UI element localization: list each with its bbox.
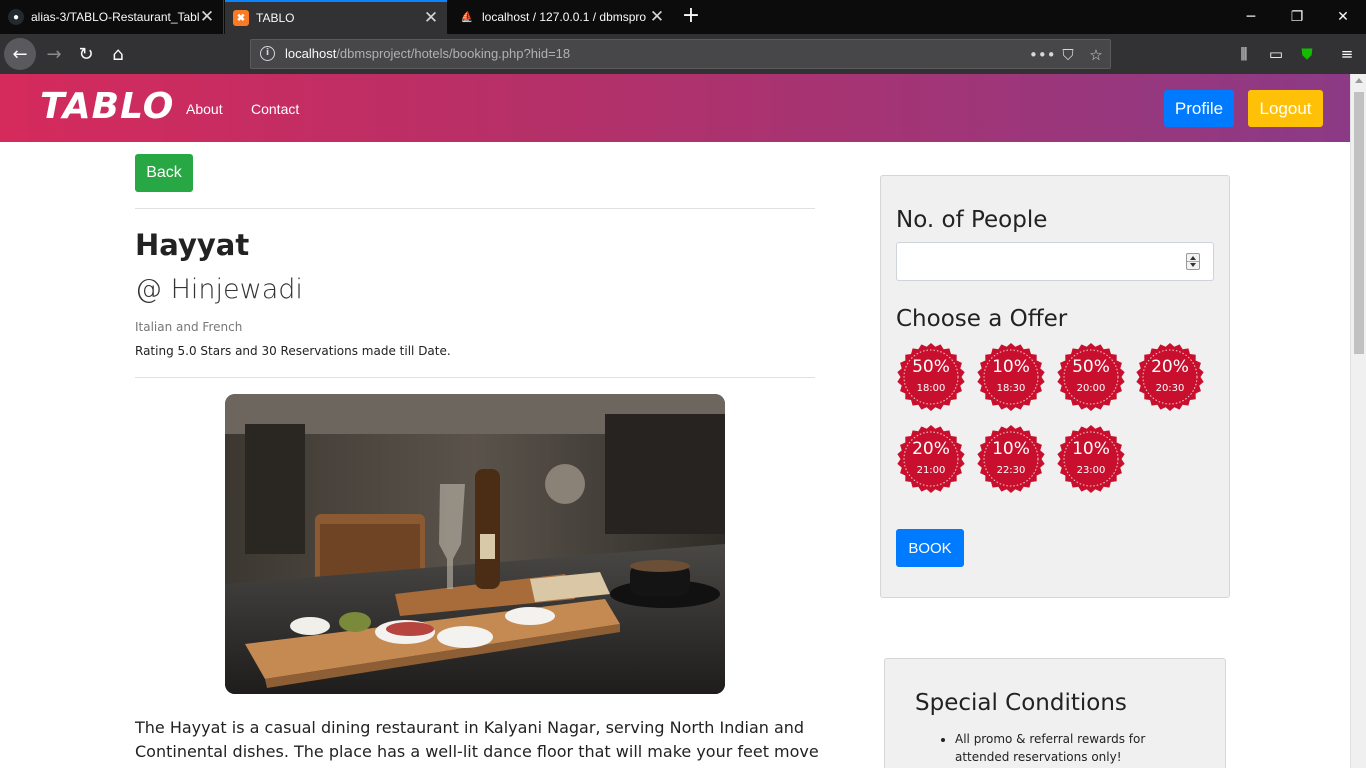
conditions-list: All promo & referral rewards for attende… <box>955 730 1185 766</box>
close-tab-icon[interactable]: ✕ <box>423 9 439 26</box>
offer-percent: 20% <box>1151 357 1189 377</box>
page-scrollbar[interactable] <box>1350 74 1366 768</box>
menu-icon[interactable]: ≡ <box>1335 42 1359 66</box>
browser-tab-bar: ● alias-3/TABLO-Restaurant_Tabl ✕ ✖ TABL… <box>0 0 1366 34</box>
home-icon[interactable]: ⌂ <box>104 40 132 68</box>
tab-title: alias-3/TABLO-Restaurant_Tabl <box>31 10 199 24</box>
site-navbar: TABLO About Contact Profile Logout <box>0 74 1350 142</box>
pocket-icon[interactable]: ⛉ <box>1057 44 1079 66</box>
offer-time: 20:00 <box>1076 383 1106 394</box>
github-icon: ● <box>8 9 24 25</box>
page-viewport: TABLO About Contact Profile Logout Back … <box>0 74 1350 768</box>
offer-time: 20:30 <box>1155 383 1185 394</box>
offer-badge[interactable]: 50% 18:00 <box>897 343 965 411</box>
offer-badge[interactable]: 10% 18:30 <box>977 343 1045 411</box>
profile-button[interactable]: Profile <box>1164 90 1234 127</box>
shield-extension-icon[interactable]: ⛊ <box>1295 42 1319 66</box>
phpmyadmin-icon: ⛵ <box>460 11 474 23</box>
restaurant-name: Hayyat <box>135 228 250 262</box>
restaurant-rating: Rating 5.0 Stars and 30 Reservations mad… <box>135 344 451 358</box>
site-info-icon[interactable]: i <box>260 46 275 61</box>
offer-badge[interactable]: 20% 21:00 <box>897 425 965 493</box>
tab-title: localhost / 127.0.0.1 / dbmspro <box>482 10 647 24</box>
offer-percent: 50% <box>912 357 950 377</box>
offer-percent: 10% <box>1072 439 1110 459</box>
bookmark-star-icon[interactable]: ☆ <box>1085 44 1107 66</box>
brand-logo[interactable]: TABLO <box>40 86 174 127</box>
scrollbar-thumb[interactable] <box>1354 92 1364 354</box>
back-button[interactable]: Back <box>135 154 193 192</box>
conditions-heading: Special Conditions <box>915 690 1127 716</box>
reload-icon[interactable]: ↻ <box>72 40 100 68</box>
tab-title: TABLO <box>256 11 295 25</box>
sidebar-icon[interactable]: ▭ <box>1264 42 1288 66</box>
list-item: All promo & referral rewards for attende… <box>955 730 1185 766</box>
number-stepper[interactable] <box>1186 253 1200 270</box>
tab-tablo[interactable]: ✖ TABLO ✕ <box>225 0 447 34</box>
minimize-icon[interactable]: ─ <box>1228 0 1274 34</box>
restaurant-location: @ Hinjewadi <box>135 274 303 305</box>
restaurant-photo <box>225 394 725 694</box>
url-text[interactable]: localhost/dbmsproject/hotels/booking.php… <box>285 46 570 61</box>
offer-time: 18:00 <box>916 383 946 394</box>
browser-forward-icon[interactable]: → <box>40 40 68 68</box>
offer-heading: Choose a Offer <box>896 306 1068 332</box>
restaurant-cuisine: Italian and French <box>135 320 243 334</box>
offer-badge[interactable]: 50% 20:00 <box>1057 343 1125 411</box>
tab-phpmyadmin[interactable]: ⛵ localhost / 127.0.0.1 / dbmspro ✕ <box>451 0 673 34</box>
restore-icon[interactable]: ❐ <box>1274 0 1320 34</box>
booking-card: No. of People Choose a Offer 50% 18:00 1… <box>880 175 1230 598</box>
close-tab-icon[interactable]: ✕ <box>199 8 215 25</box>
nav-about-link[interactable]: About <box>186 101 223 117</box>
tab-github[interactable]: ● alias-3/TABLO-Restaurant_Tabl ✕ <box>0 0 224 34</box>
people-number-input[interactable] <box>896 242 1214 281</box>
close-window-icon[interactable]: ✕ <box>1320 0 1366 34</box>
close-tab-icon[interactable]: ✕ <box>649 8 665 25</box>
offer-badge[interactable]: 10% 22:30 <box>977 425 1045 493</box>
browser-back-icon[interactable]: ← <box>4 38 36 70</box>
divider <box>135 377 815 378</box>
divider <box>135 208 815 209</box>
offer-badge[interactable]: 20% 20:30 <box>1136 343 1204 411</box>
offer-percent: 20% <box>912 439 950 459</box>
offer-time: 23:00 <box>1076 465 1106 476</box>
offer-percent: 10% <box>992 439 1030 459</box>
offer-percent: 10% <box>992 357 1030 377</box>
browser-toolbar: ← → ↻ ⌂ i localhost/dbmsproject/hotels/b… <box>0 34 1366 74</box>
offer-time: 21:00 <box>916 465 946 476</box>
library-icon[interactable]: ⫼ <box>1232 42 1256 66</box>
nav-contact-link[interactable]: Contact <box>251 101 299 117</box>
new-tab-icon[interactable]: + <box>680 4 702 30</box>
book-button[interactable]: BOOK <box>896 529 964 567</box>
restaurant-description: The Hayyat is a casual dining restaurant… <box>135 718 819 768</box>
offer-time: 18:30 <box>996 383 1026 394</box>
scroll-up-icon[interactable] <box>1355 78 1363 83</box>
page-actions-icon[interactable]: ••• <box>1029 44 1056 66</box>
offer-time: 22:30 <box>996 465 1026 476</box>
logout-button[interactable]: Logout <box>1248 90 1323 127</box>
offer-percent: 50% <box>1072 357 1110 377</box>
special-conditions-card: Special Conditions All promo & referral … <box>884 658 1226 768</box>
people-label: No. of People <box>896 207 1048 233</box>
offer-badge[interactable]: 10% 23:00 <box>1057 425 1125 493</box>
xampp-icon: ✖ <box>233 10 249 26</box>
address-bar[interactable]: i localhost/dbmsproject/hotels/booking.p… <box>250 39 1111 69</box>
